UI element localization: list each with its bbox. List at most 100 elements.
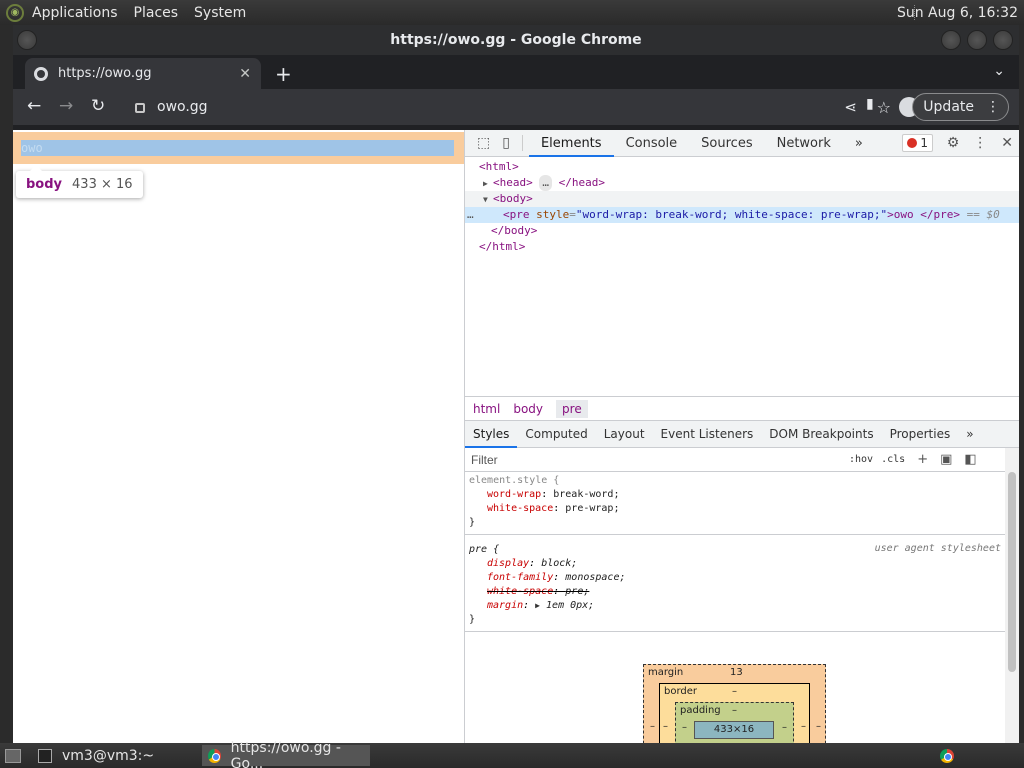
tray-chrome[interactable]	[936, 745, 958, 766]
share-icon[interactable]: ⋖	[844, 98, 857, 116]
chevron-down-icon[interactable]: ⌄	[993, 63, 1005, 79]
tab-sources[interactable]: Sources	[689, 130, 764, 157]
breadcrumb-body[interactable]: body	[513, 402, 550, 416]
inspect-element-icon[interactable]: ⬚	[471, 135, 496, 151]
collapse-triangle-icon[interactable]: ▼	[483, 192, 493, 208]
tab-computed[interactable]: Computed	[517, 421, 595, 448]
element-style-rule[interactable]: element.style { word-wrap: break-word; w…	[465, 472, 1005, 535]
devtools-menu-icon[interactable]: ⋮	[973, 135, 987, 151]
style-declaration[interactable]: white-space: pre-wrap;	[469, 502, 1001, 516]
dom-node-body[interactable]: ▼ <body>	[465, 191, 1019, 207]
tab-dom-breakpoints[interactable]: DOM Breakpoints	[761, 421, 881, 448]
decl-value[interactable]: monospace;	[565, 572, 625, 583]
dom-tree[interactable]: <html> ▶ <head> … </head> ▼ <body> … <pre …	[465, 157, 1019, 396]
styles-scrollbar[interactable]	[1005, 448, 1019, 743]
reload-icon[interactable]: ↻	[91, 96, 105, 116]
decl-property[interactable]: margin	[487, 600, 523, 611]
task-chrome[interactable]: https://owo.gg - Go...	[202, 740, 370, 768]
box-padding-left[interactable]: –	[682, 722, 687, 733]
browser-tab[interactable]: https://owo.gg ✕	[25, 58, 261, 89]
style-declaration[interactable]: font-family: monospace;	[469, 571, 1001, 585]
window-menu-button[interactable]	[17, 30, 37, 50]
rule-selector[interactable]: element.style {	[469, 474, 1001, 488]
pre-ua-rule[interactable]: pre { user agent stylesheet display: blo…	[465, 541, 1005, 632]
maximize-button[interactable]	[967, 30, 987, 50]
collapsed-ellipsis[interactable]: …	[539, 175, 552, 191]
window-titlebar[interactable]: https://owo.gg - Google Chrome	[13, 25, 1019, 55]
decl-value[interactable]: pre;	[565, 586, 589, 597]
box-margin-left[interactable]: –	[650, 721, 655, 732]
decl-property[interactable]: font-family	[487, 572, 553, 583]
forward-icon[interactable]: →	[59, 96, 73, 116]
decl-property[interactable]: display	[487, 558, 529, 569]
show-desktop-icon[interactable]	[2, 745, 24, 766]
style-declaration[interactable]: display: block;	[469, 557, 1001, 571]
box-border-value[interactable]: –	[732, 686, 737, 697]
scrollbar-thumb[interactable]	[1008, 472, 1016, 672]
tab-event-listeners[interactable]: Event Listeners	[653, 421, 762, 448]
task-terminal[interactable]: vm3@vm3:~	[32, 745, 197, 766]
tab-elements[interactable]: Elements	[528, 130, 614, 157]
box-padding-value[interactable]: –	[732, 705, 737, 716]
tab-layout[interactable]: Layout	[596, 421, 653, 448]
close-tab-icon[interactable]: ✕	[239, 66, 251, 82]
error-count-badge[interactable]: 1	[902, 134, 933, 152]
tab-console[interactable]: Console	[614, 130, 690, 157]
new-rule-plus-icon[interactable]: +	[917, 452, 928, 467]
dom-node-html[interactable]: <html>	[465, 159, 1019, 175]
more-tabs-icon[interactable]: »	[843, 130, 875, 157]
decl-value[interactable]: 1em 0px;	[546, 600, 594, 611]
toggle-sidebar-icon[interactable]: ◧	[964, 452, 976, 467]
side-panel-icon[interactable]: ▮	[866, 96, 874, 112]
dom-node-body-close[interactable]: </body>	[465, 223, 1019, 239]
new-tab-icon[interactable]: +	[275, 62, 292, 86]
menu-applications[interactable]: Applications	[24, 5, 126, 21]
node-actions-ellipsis[interactable]: …	[467, 207, 474, 223]
styles-filter-input[interactable]	[471, 452, 841, 467]
expand-triangle-icon[interactable]: ▶	[483, 176, 493, 192]
star-icon[interactable]: ☆	[877, 98, 891, 117]
box-padding-right[interactable]: –	[782, 722, 787, 733]
overridden-declaration[interactable]: white-space: pre;	[469, 585, 1001, 599]
device-toolbar-icon[interactable]: ▯	[496, 135, 516, 151]
close-devtools-icon[interactable]: ✕	[1001, 135, 1013, 151]
tab-properties[interactable]: Properties	[882, 421, 959, 448]
box-border-left[interactable]: –	[663, 721, 668, 732]
hov-toggle[interactable]: :hov	[849, 454, 873, 465]
paint-brush-icon[interactable]: ▣	[940, 452, 952, 467]
page-viewport[interactable]: owo body 433 × 16	[13, 130, 464, 743]
decl-property[interactable]: white-space	[487, 503, 553, 514]
style-declaration[interactable]: margin: ▶ 1em 0px;	[469, 599, 1001, 613]
box-content[interactable]: 433×16	[694, 721, 774, 739]
close-window-button[interactable]	[993, 30, 1013, 50]
box-margin-value[interactable]: 13	[730, 667, 743, 678]
box-margin-right[interactable]: –	[816, 721, 821, 732]
dom-node-html-close[interactable]: </html>	[465, 239, 1019, 255]
breadcrumb-html[interactable]: html	[473, 402, 507, 416]
decl-property[interactable]: word-wrap	[487, 489, 541, 500]
breadcrumb-pre[interactable]: pre	[556, 399, 588, 418]
back-icon[interactable]: ←	[27, 96, 41, 116]
tab-styles[interactable]: Styles	[465, 421, 518, 448]
menu-places[interactable]: Places	[126, 5, 187, 21]
update-button[interactable]: Update ⋮	[912, 93, 1009, 121]
expand-triangle-icon[interactable]: ▶	[535, 601, 540, 610]
distro-logo-icon[interactable]: ◉	[6, 3, 24, 22]
box-border-right[interactable]: –	[801, 721, 806, 732]
box-model-diagram[interactable]: margin 13 – – border – – – padding – – –…	[643, 664, 826, 754]
decl-value[interactable]: block;	[541, 558, 577, 569]
minimize-button[interactable]	[941, 30, 961, 50]
dom-node-head[interactable]: ▶ <head> … </head>	[465, 175, 1019, 191]
decl-value[interactable]: pre-wrap;	[565, 503, 619, 514]
address-bar[interactable]: owo.gg ⋖ ☆	[121, 92, 931, 122]
kebab-menu-icon[interactable]: ⋮	[986, 99, 1000, 115]
pre-element[interactable]: owo	[21, 140, 454, 156]
decl-value[interactable]: break-word;	[553, 489, 619, 500]
tab-network[interactable]: Network	[765, 130, 843, 157]
dom-node-pre[interactable]: … <pre style="word-wrap: break-word; whi…	[465, 207, 1019, 223]
more-subtabs-icon[interactable]: »	[958, 421, 981, 448]
menu-system[interactable]: System	[186, 5, 254, 21]
style-declaration[interactable]: word-wrap: break-word;	[469, 488, 1001, 502]
lock-icon[interactable]	[135, 103, 145, 113]
cls-toggle[interactable]: .cls	[881, 454, 905, 465]
